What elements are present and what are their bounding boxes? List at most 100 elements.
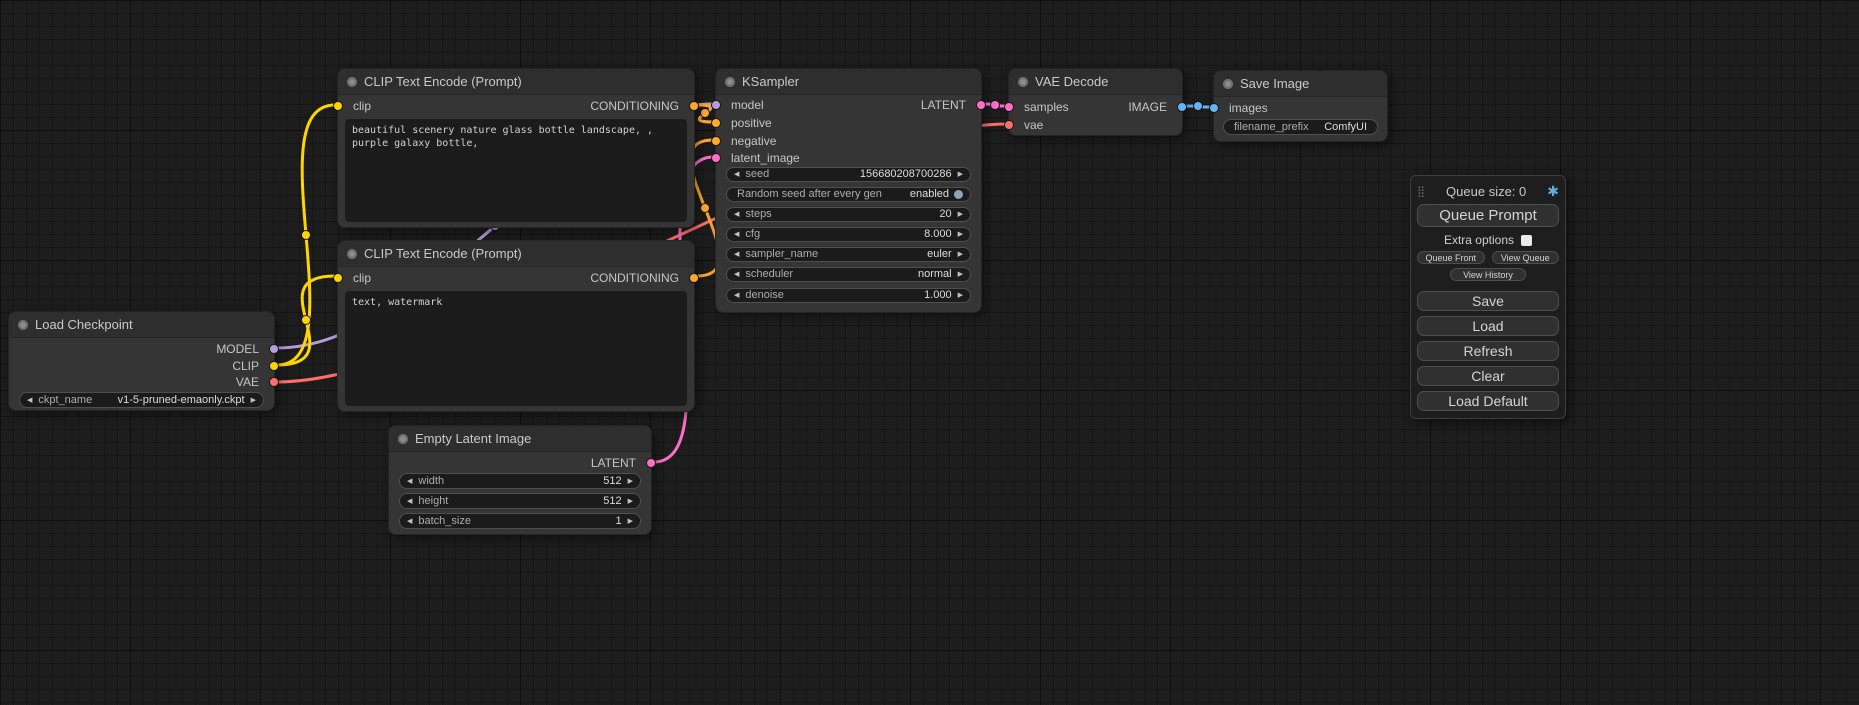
input-slot-negative[interactable]: [711, 136, 721, 146]
node-title: KSampler: [742, 74, 799, 89]
input-slot-latent-image[interactable]: [711, 153, 721, 163]
increment-icon[interactable]: ▶: [628, 518, 633, 525]
node-ksampler[interactable]: KSampler model positive negative latent_…: [715, 68, 982, 313]
widget-seed[interactable]: ◀ seed 156680208700286 ▶: [726, 167, 971, 182]
increment-icon[interactable]: ▶: [958, 211, 963, 218]
decrement-icon[interactable]: ◀: [734, 171, 739, 178]
increment-icon[interactable]: ▶: [958, 231, 963, 238]
input-slot-model[interactable]: [711, 100, 721, 110]
increment-icon[interactable]: ▶: [251, 397, 256, 404]
node-title-bar[interactable]: Save Image: [1214, 71, 1387, 97]
decrement-icon[interactable]: ◀: [734, 211, 739, 218]
output-label-clip: CLIP: [232, 359, 259, 373]
widget-value: normal: [918, 268, 952, 281]
output-slot-conditioning[interactable]: [689, 101, 699, 111]
output-slot-latent[interactable]: [646, 458, 656, 468]
widget-sampler-name[interactable]: ◀ sampler_name euler ▶: [726, 247, 971, 262]
node-status-dot: [1223, 79, 1233, 89]
view-history-button[interactable]: View History: [1450, 268, 1526, 281]
widget-denoise[interactable]: ◀ denoise 1.000 ▶: [726, 288, 971, 303]
increment-icon[interactable]: ▶: [958, 171, 963, 178]
prompt-textarea[interactable]: text, watermark: [345, 291, 687, 406]
node-status-dot: [1018, 77, 1028, 87]
decrement-icon[interactable]: ◀: [27, 397, 32, 404]
node-title-bar[interactable]: CLIP Text Encode (Prompt): [338, 241, 694, 267]
output-slot-image[interactable]: [1177, 102, 1187, 112]
queue-front-button[interactable]: Queue Front: [1417, 251, 1485, 264]
input-slot-clip[interactable]: [333, 273, 343, 283]
widget-value: ComfyUI: [1324, 121, 1367, 134]
widget-cfg[interactable]: ◀ cfg 8.000 ▶: [726, 227, 971, 242]
decrement-icon[interactable]: ◀: [407, 478, 412, 485]
increment-icon[interactable]: ▶: [958, 251, 963, 258]
decrement-icon[interactable]: ◀: [734, 271, 739, 278]
output-label-latent: LATENT: [921, 98, 966, 112]
load-default-button[interactable]: Load Default: [1417, 391, 1559, 411]
output-slot-model[interactable]: [269, 344, 279, 354]
input-slot-samples[interactable]: [1004, 102, 1014, 112]
node-vae-decode[interactable]: VAE Decode samples vae IMAGE: [1008, 68, 1183, 136]
widget-steps[interactable]: ◀ steps 20 ▶: [726, 207, 971, 222]
input-label-samples: samples: [1024, 100, 1069, 114]
widget-width[interactable]: ◀ width 512 ▶: [399, 473, 641, 489]
link-clip-positive: [277, 105, 335, 365]
output-slot-clip[interactable]: [269, 361, 279, 371]
view-queue-button[interactable]: View Queue: [1492, 251, 1560, 264]
decrement-icon[interactable]: ◀: [407, 518, 412, 525]
node-title-bar[interactable]: CLIP Text Encode (Prompt): [338, 69, 694, 95]
widget-filename-prefix[interactable]: filename_prefix ComfyUI: [1223, 119, 1378, 135]
widget-scheduler[interactable]: ◀ scheduler normal ▶: [726, 267, 971, 282]
widget-name: sampler_name: [745, 248, 818, 261]
increment-icon[interactable]: ▶: [628, 478, 633, 485]
input-label-latent-image: latent_image: [731, 151, 800, 165]
refresh-button[interactable]: Refresh: [1417, 341, 1559, 361]
node-title-bar[interactable]: Load Checkpoint: [9, 312, 274, 338]
extra-options-checkbox[interactable]: [1521, 235, 1532, 246]
widget-random-seed-toggle[interactable]: Random seed after every gen enabled: [726, 187, 971, 202]
node-save-image[interactable]: Save Image images filename_prefix ComfyU…: [1213, 70, 1388, 142]
input-label-vae: vae: [1024, 118, 1043, 132]
decrement-icon[interactable]: ◀: [407, 498, 412, 505]
increment-icon[interactable]: ▶: [628, 498, 633, 505]
node-title-bar[interactable]: KSampler: [716, 69, 981, 95]
link-midpoint-dot: [1194, 102, 1203, 111]
settings-gear-icon[interactable]: ✱: [1547, 184, 1559, 198]
increment-icon[interactable]: ▶: [958, 292, 963, 299]
node-empty-latent-image[interactable]: Empty Latent Image LATENT ◀ width 512 ▶ …: [388, 425, 652, 535]
node-clip-text-encode-negative[interactable]: CLIP Text Encode (Prompt) clip CONDITION…: [337, 240, 695, 412]
toggle-indicator[interactable]: [954, 190, 963, 199]
link-midpoint-dot: [701, 109, 710, 118]
clear-button[interactable]: Clear: [1417, 366, 1559, 386]
drag-handle-icon[interactable]: ⣿: [1417, 185, 1425, 198]
input-slot-vae[interactable]: [1004, 120, 1014, 130]
decrement-icon[interactable]: ◀: [734, 251, 739, 258]
widget-height[interactable]: ◀ height 512 ▶: [399, 493, 641, 509]
output-slot-vae[interactable]: [269, 377, 279, 387]
node-load-checkpoint[interactable]: Load Checkpoint MODEL CLIP VAE ◀ ckpt_na…: [8, 311, 275, 411]
node-title: Empty Latent Image: [415, 431, 531, 446]
queue-prompt-button[interactable]: Queue Prompt: [1417, 204, 1559, 227]
link-midpoint-dot: [302, 316, 311, 325]
node-title-bar[interactable]: Empty Latent Image: [389, 426, 651, 452]
input-slot-clip[interactable]: [333, 101, 343, 111]
output-slot-latent[interactable]: [976, 100, 986, 110]
save-button[interactable]: Save: [1417, 291, 1559, 311]
increment-icon[interactable]: ▶: [958, 271, 963, 278]
output-label-vae: VAE: [236, 375, 259, 389]
widget-batch-size[interactable]: ◀ batch_size 1 ▶: [399, 513, 641, 529]
load-button[interactable]: Load: [1417, 316, 1559, 336]
widget-value: 1.000: [924, 289, 952, 302]
graph-canvas[interactable]: Load Checkpoint MODEL CLIP VAE ◀ ckpt_na…: [0, 0, 1859, 705]
node-title-bar[interactable]: VAE Decode: [1009, 69, 1182, 95]
node-clip-text-encode-positive[interactable]: CLIP Text Encode (Prompt) clip CONDITION…: [337, 68, 695, 228]
link-conditioning-positive: [697, 105, 713, 122]
decrement-icon[interactable]: ◀: [734, 231, 739, 238]
decrement-icon[interactable]: ◀: [734, 292, 739, 299]
input-slot-images[interactable]: [1209, 103, 1219, 113]
prompt-textarea[interactable]: beautiful scenery nature glass bottle la…: [345, 119, 687, 222]
queue-menu-panel[interactable]: ⣿ Queue size: 0 ✱ Queue Prompt Extra opt…: [1410, 175, 1566, 419]
widget-ckpt-name[interactable]: ◀ ckpt_name v1-5-pruned-emaonly.ckpt ▶: [19, 392, 264, 408]
widget-value: v1-5-pruned-emaonly.ckpt: [118, 394, 245, 407]
input-slot-positive[interactable]: [711, 118, 721, 128]
output-slot-conditioning[interactable]: [689, 273, 699, 283]
